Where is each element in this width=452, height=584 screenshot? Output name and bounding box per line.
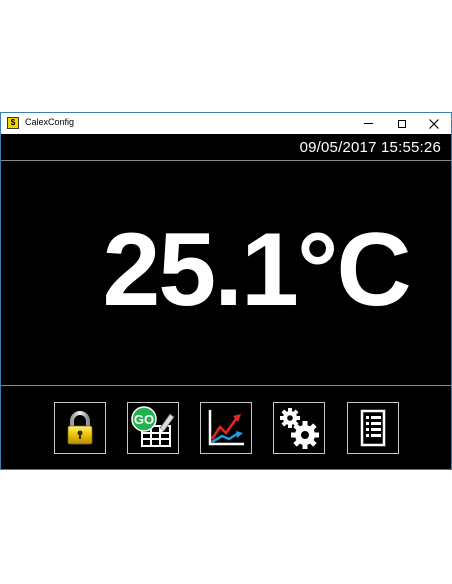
app-icon: $ <box>7 117 19 129</box>
window-title: CalexConfig <box>25 117 75 127</box>
close-button[interactable] <box>417 113 451 134</box>
title-bar[interactable]: $ CalexConfig <box>1 113 451 134</box>
list-icon <box>360 409 386 447</box>
temperature-reading: 25.1°C <box>102 211 411 328</box>
list-button[interactable] <box>347 402 399 454</box>
chart-icon <box>208 410 244 446</box>
lock-icon <box>67 411 93 445</box>
reading-panel: 25.1°C <box>1 161 451 385</box>
settings-button[interactable] <box>273 402 325 454</box>
go-logging-button[interactable]: GO <box>127 402 179 454</box>
app-window: $ CalexConfig 09/05/2017 15:55:26 25.1°C <box>0 112 452 470</box>
close-icon <box>429 118 439 129</box>
toolbar: GO <box>1 386 451 469</box>
gears-icon <box>280 408 319 449</box>
status-header: 09/05/2017 15:55:26 <box>1 134 451 160</box>
chart-button[interactable] <box>200 402 252 454</box>
minimize-icon <box>363 123 373 124</box>
datetime-display: 09/05/2017 15:55:26 <box>299 139 441 156</box>
go-spreadsheet-icon: GO <box>131 406 175 447</box>
maximize-icon <box>398 119 406 128</box>
minimize-button[interactable] <box>351 113 385 134</box>
lock-button[interactable] <box>54 402 106 454</box>
go-badge: GO <box>134 412 154 427</box>
maximize-button[interactable] <box>385 113 419 134</box>
